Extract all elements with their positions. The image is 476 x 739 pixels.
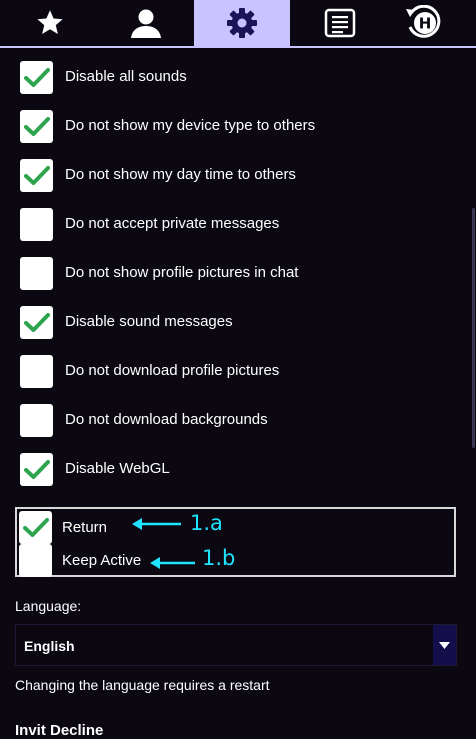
- language-select[interactable]: English: [15, 624, 457, 666]
- tab-favorites[interactable]: [2, 0, 98, 46]
- option-checkbox[interactable]: [20, 257, 53, 290]
- option-label: Disable WebGL: [65, 460, 170, 477]
- tab-bar: H: [0, 0, 476, 48]
- option-label: Do not download profile pictures: [65, 362, 280, 379]
- language-restart-note: Changing the language requires a restart: [15, 677, 270, 693]
- checkmark-icon: [24, 68, 50, 87]
- caret-down-icon: [439, 641, 450, 649]
- keep-active-label: Keep Active: [62, 552, 142, 569]
- settings-option[interactable]: Do not show profile pictures in chat: [20, 257, 460, 291]
- option-checkbox[interactable]: [20, 61, 53, 94]
- language-label: Language:: [15, 598, 82, 614]
- scrollbar[interactable]: [470, 48, 476, 738]
- svg-text:H: H: [419, 15, 432, 33]
- user-icon: [131, 9, 161, 38]
- option-label: Do not accept private messages: [65, 215, 280, 232]
- tab-history[interactable]: H: [375, 0, 471, 46]
- language-selected-value: English: [24, 638, 75, 654]
- option-label: Do not show my device type to others: [65, 117, 316, 134]
- checkmark-icon: [24, 460, 50, 479]
- return-label: Return: [62, 519, 108, 536]
- option-checkbox[interactable]: [20, 453, 53, 486]
- list-icon: [324, 8, 356, 38]
- settings-option[interactable]: Disable sound messages: [20, 306, 460, 340]
- settings-option[interactable]: Disable all sounds: [20, 61, 460, 95]
- option-label: Disable sound messages: [65, 313, 233, 330]
- checkmark-icon: [23, 518, 49, 537]
- settings-option[interactable]: Do not download profile pictures: [20, 355, 460, 389]
- tab-list[interactable]: [292, 0, 388, 46]
- option-checkbox[interactable]: [20, 110, 53, 143]
- option-checkbox[interactable]: [20, 355, 53, 388]
- annotation-arrow-icon: [150, 557, 195, 569]
- star-icon: [37, 10, 63, 34]
- annotation-arrow-icon: [132, 518, 181, 530]
- keep-active-checkbox[interactable]: [19, 544, 52, 577]
- option-checkbox[interactable]: [20, 306, 53, 339]
- gear-icon: [227, 8, 257, 38]
- checkmark-icon: [24, 313, 50, 332]
- return-options-group: Return Keep Active: [15, 507, 456, 577]
- scrollbar-thumb[interactable]: [472, 208, 475, 448]
- option-checkbox[interactable]: [20, 159, 53, 192]
- language-dropdown-button[interactable]: [433, 625, 456, 665]
- history-icon: H: [406, 5, 441, 38]
- return-checkbox[interactable]: [19, 511, 52, 544]
- checkmark-icon: [24, 166, 50, 185]
- settings-option[interactable]: Do not show my day time to others: [20, 159, 460, 193]
- settings-option[interactable]: Do not download backgrounds: [20, 404, 460, 438]
- option-label: Do not show my day time to others: [65, 166, 296, 183]
- option-label: Do not download backgrounds: [65, 411, 268, 428]
- annotation-label-1a: 1.a: [190, 511, 223, 535]
- invit-decline-heading: Invit Decline: [15, 722, 104, 739]
- tab-profile[interactable]: [98, 0, 194, 46]
- checkmark-icon: [24, 117, 50, 136]
- option-label: Disable all sounds: [65, 68, 187, 85]
- option-label: Do not show profile pictures in chat: [65, 264, 299, 281]
- tab-underline: [0, 46, 476, 48]
- option-checkbox[interactable]: [20, 208, 53, 241]
- option-checkbox[interactable]: [20, 404, 53, 437]
- settings-option[interactable]: Do not show my device type to others: [20, 110, 460, 144]
- settings-option[interactable]: Disable WebGL: [20, 453, 460, 487]
- tab-settings[interactable]: [194, 0, 290, 46]
- settings-option[interactable]: Do not accept private messages: [20, 208, 460, 242]
- annotation-label-1b: 1.b: [202, 546, 236, 570]
